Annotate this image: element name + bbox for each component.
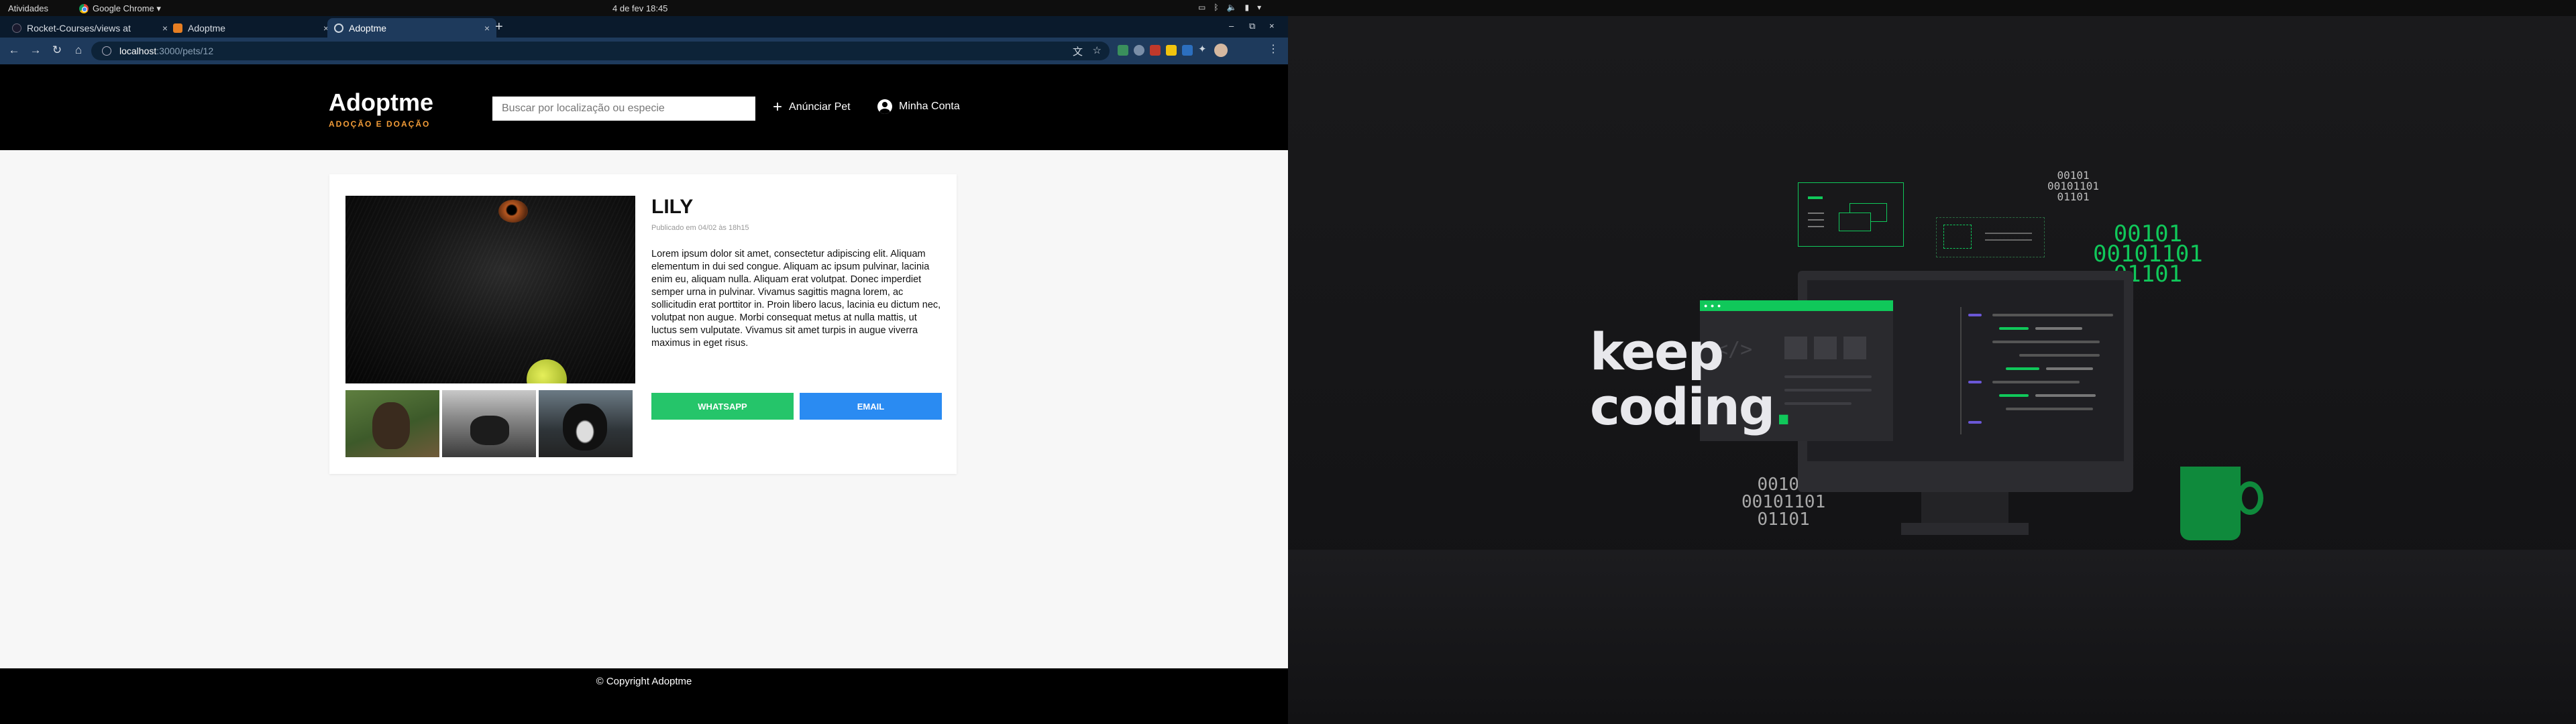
wallpaper-window-outline (1798, 182, 1904, 247)
tab-rocket-courses[interactable]: Rocket-Courses/views at × (5, 18, 174, 38)
tab-strip: Rocket-Courses/views at × Adoptme × Adop… (0, 16, 1288, 38)
logo-name: Adoptme (329, 88, 433, 116)
app-menu[interactable]: Google Chrome ▾ (79, 3, 161, 14)
github-favicon-icon (12, 23, 21, 33)
wallpaper-mug (2180, 467, 2263, 540)
avatar[interactable] (1214, 44, 1228, 57)
pet-thumbnail[interactable] (442, 390, 536, 457)
activities-button[interactable]: Atividades (8, 3, 48, 13)
volume-icon: 🔈 (1226, 3, 1237, 12)
copyright-text: © Copyright Adoptme (596, 676, 692, 687)
keep-coding-headline: keep coding. (1590, 322, 1793, 436)
dev-extension-icon[interactable] (1182, 45, 1193, 56)
close-icon[interactable]: × (484, 23, 490, 34)
close-window-button[interactable]: × (1269, 21, 1275, 31)
whatsapp-button[interactable]: WHATSAPP (651, 393, 794, 420)
app-menu-label: Google Chrome ▾ (93, 3, 161, 13)
search-input[interactable] (492, 97, 755, 121)
pet-main-photo (345, 196, 635, 383)
wallpaper-monitor-base (1901, 523, 2029, 535)
site-footer: © Copyright Adoptme (0, 668, 1288, 708)
chevron-down-icon: ▾ (1257, 3, 1262, 12)
user-circle-icon (877, 99, 892, 114)
pet-detail-card: LILY Publicado em 04/02 às 18h15 Lorem i… (329, 174, 957, 474)
reload-icon[interactable]: ↻ (50, 44, 64, 57)
bookmark-star-icon[interactable]: ☆ (1093, 44, 1102, 56)
system-tray[interactable]: ▭ ᛒ 🔈 ▮ ▾ (1198, 3, 1261, 12)
system-top-bar: Atividades Google Chrome ▾ 4 de fev 18:4… (0, 0, 2576, 16)
url-path: :3000/pets/12 (156, 46, 214, 56)
info-icon[interactable] (102, 46, 111, 56)
back-arrow-icon[interactable]: ← (7, 44, 21, 57)
tab-title: Adoptme (349, 22, 387, 34)
pet-description: Lorem ipsum dolor sit amet, consectetur … (651, 249, 941, 349)
home-icon[interactable]: ⌂ (71, 44, 86, 57)
binary-top: 00101 00101101 01101 (2047, 169, 2100, 203)
plus-icon: + (773, 98, 783, 116)
wallpaper-monitor-stand (1921, 492, 2008, 526)
email-button[interactable]: EMAIL (800, 393, 942, 420)
page-viewport: Adoptme ADOÇÃO E DOAÇÃO + Anúnciar Pet M… (0, 64, 1288, 708)
address-bar[interactable]: localhost:3000/pets/12 文 ☆ (91, 42, 1110, 60)
tab-title: Adoptme (188, 22, 226, 34)
bluetooth-icon: ᛒ (1214, 3, 1219, 12)
announce-pet-label: Anúnciar Pet (789, 101, 851, 113)
pet-name: LILY (651, 196, 694, 218)
my-account-link[interactable]: Minha Conta (877, 99, 960, 114)
tab-adoptme-active[interactable]: Adoptme × (327, 18, 496, 38)
kebab-menu-icon[interactable]: ⋮ (1268, 42, 1279, 55)
shield-extension-icon[interactable] (1134, 45, 1144, 56)
display-icon: ▭ (1198, 3, 1206, 12)
browser-toolbar: ← → ↻ ⌂ localhost:3000/pets/12 文 ☆ ✦ ⋮ (0, 38, 1288, 64)
wallpaper-dashed-outline (1936, 217, 2045, 257)
site-logo[interactable]: Adoptme ADOÇÃO E DOAÇÃO (329, 88, 433, 129)
clock[interactable]: 4 de fev 18:45 (612, 3, 667, 13)
globe-favicon-icon (334, 23, 343, 33)
pet-thumbnail[interactable] (539, 390, 633, 457)
battery-icon: ▮ (1244, 3, 1250, 12)
my-account-label: Minha Conta (899, 101, 960, 112)
maximize-button[interactable]: ⧉ (1249, 21, 1255, 32)
published-date: Publicado em 04/02 às 18h15 (651, 224, 749, 232)
pdf-extension-icon[interactable] (1150, 45, 1161, 56)
tab-adoptme-1[interactable]: Adoptme × (166, 18, 335, 38)
note-extension-icon[interactable] (1166, 45, 1177, 56)
chrome-icon (79, 4, 89, 13)
puzzle-icon[interactable]: ✦ (1198, 43, 1209, 55)
url-host: localhost (119, 46, 157, 56)
minimize-button[interactable]: – (1229, 21, 1234, 31)
tab-title: Rocket-Courses/views at (27, 22, 131, 34)
extension-icon[interactable] (1118, 45, 1128, 56)
pet-thumbnail[interactable] (345, 390, 439, 457)
new-tab-button[interactable]: + (495, 19, 503, 35)
wallpaper-floor (1288, 550, 2576, 724)
logo-tagline: ADOÇÃO E DOAÇÃO (329, 119, 431, 129)
translate-icon[interactable]: 文 (1073, 44, 1083, 58)
announce-pet-link[interactable]: + Anúnciar Pet (773, 98, 851, 116)
forward-arrow-icon[interactable]: → (28, 44, 43, 57)
adoptme-favicon-icon (173, 23, 182, 33)
desktop-wallpaper: 00101 00101101 01101 00101 00101101 01101 00… (1288, 16, 2576, 724)
site-header: Adoptme ADOÇÃO E DOAÇÃO + Anúnciar Pet M… (0, 64, 1288, 150)
